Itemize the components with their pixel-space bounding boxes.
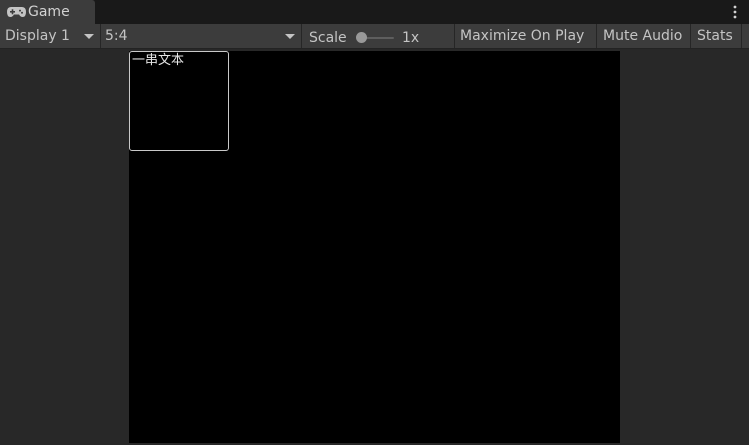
more-options-icon[interactable]	[733, 4, 737, 20]
tab-game[interactable]: Game	[0, 0, 95, 24]
tab-bar: Game	[0, 0, 749, 24]
text-box: 一串文本	[129, 51, 229, 151]
display-dropdown[interactable]: Display 1	[0, 24, 100, 48]
scale-slider-thumb[interactable]	[356, 32, 367, 43]
aspect-ratio-dropdown[interactable]: 5:4	[101, 24, 301, 48]
stats-toggle[interactable]: Stats	[691, 24, 741, 48]
maximize-on-play-label: Maximize On Play	[460, 28, 585, 44]
display-dropdown-label: Display 1	[5, 28, 70, 44]
aspect-ratio-label: 5:4	[105, 28, 128, 44]
stats-label: Stats	[697, 28, 733, 44]
tab-title: Game	[28, 4, 70, 20]
game-view-area: 一串文本	[0, 49, 749, 445]
toolbar-separator	[741, 24, 742, 48]
mute-audio-label: Mute Audio	[603, 28, 683, 44]
text-box-content: 一串文本	[132, 53, 185, 68]
scale-label-text: Scale	[309, 30, 347, 46]
maximize-on-play-toggle[interactable]: Maximize On Play	[455, 24, 596, 48]
scale-value: 1x	[402, 26, 432, 50]
scale-label: Scale	[309, 26, 355, 50]
game-viewport[interactable]: 一串文本	[129, 51, 620, 443]
chevron-down-icon	[84, 34, 94, 39]
chevron-down-icon	[285, 34, 295, 39]
game-window: Game Display 1 5:4 Scale 1x Maximize On	[0, 0, 749, 445]
gamepad-icon	[7, 7, 26, 17]
game-toolbar: Display 1 5:4 Scale 1x Maximize On Play …	[0, 24, 749, 49]
mute-audio-toggle[interactable]: Mute Audio	[597, 24, 690, 48]
toolbar-separator	[301, 24, 302, 48]
scale-value-text: 1x	[402, 30, 420, 46]
